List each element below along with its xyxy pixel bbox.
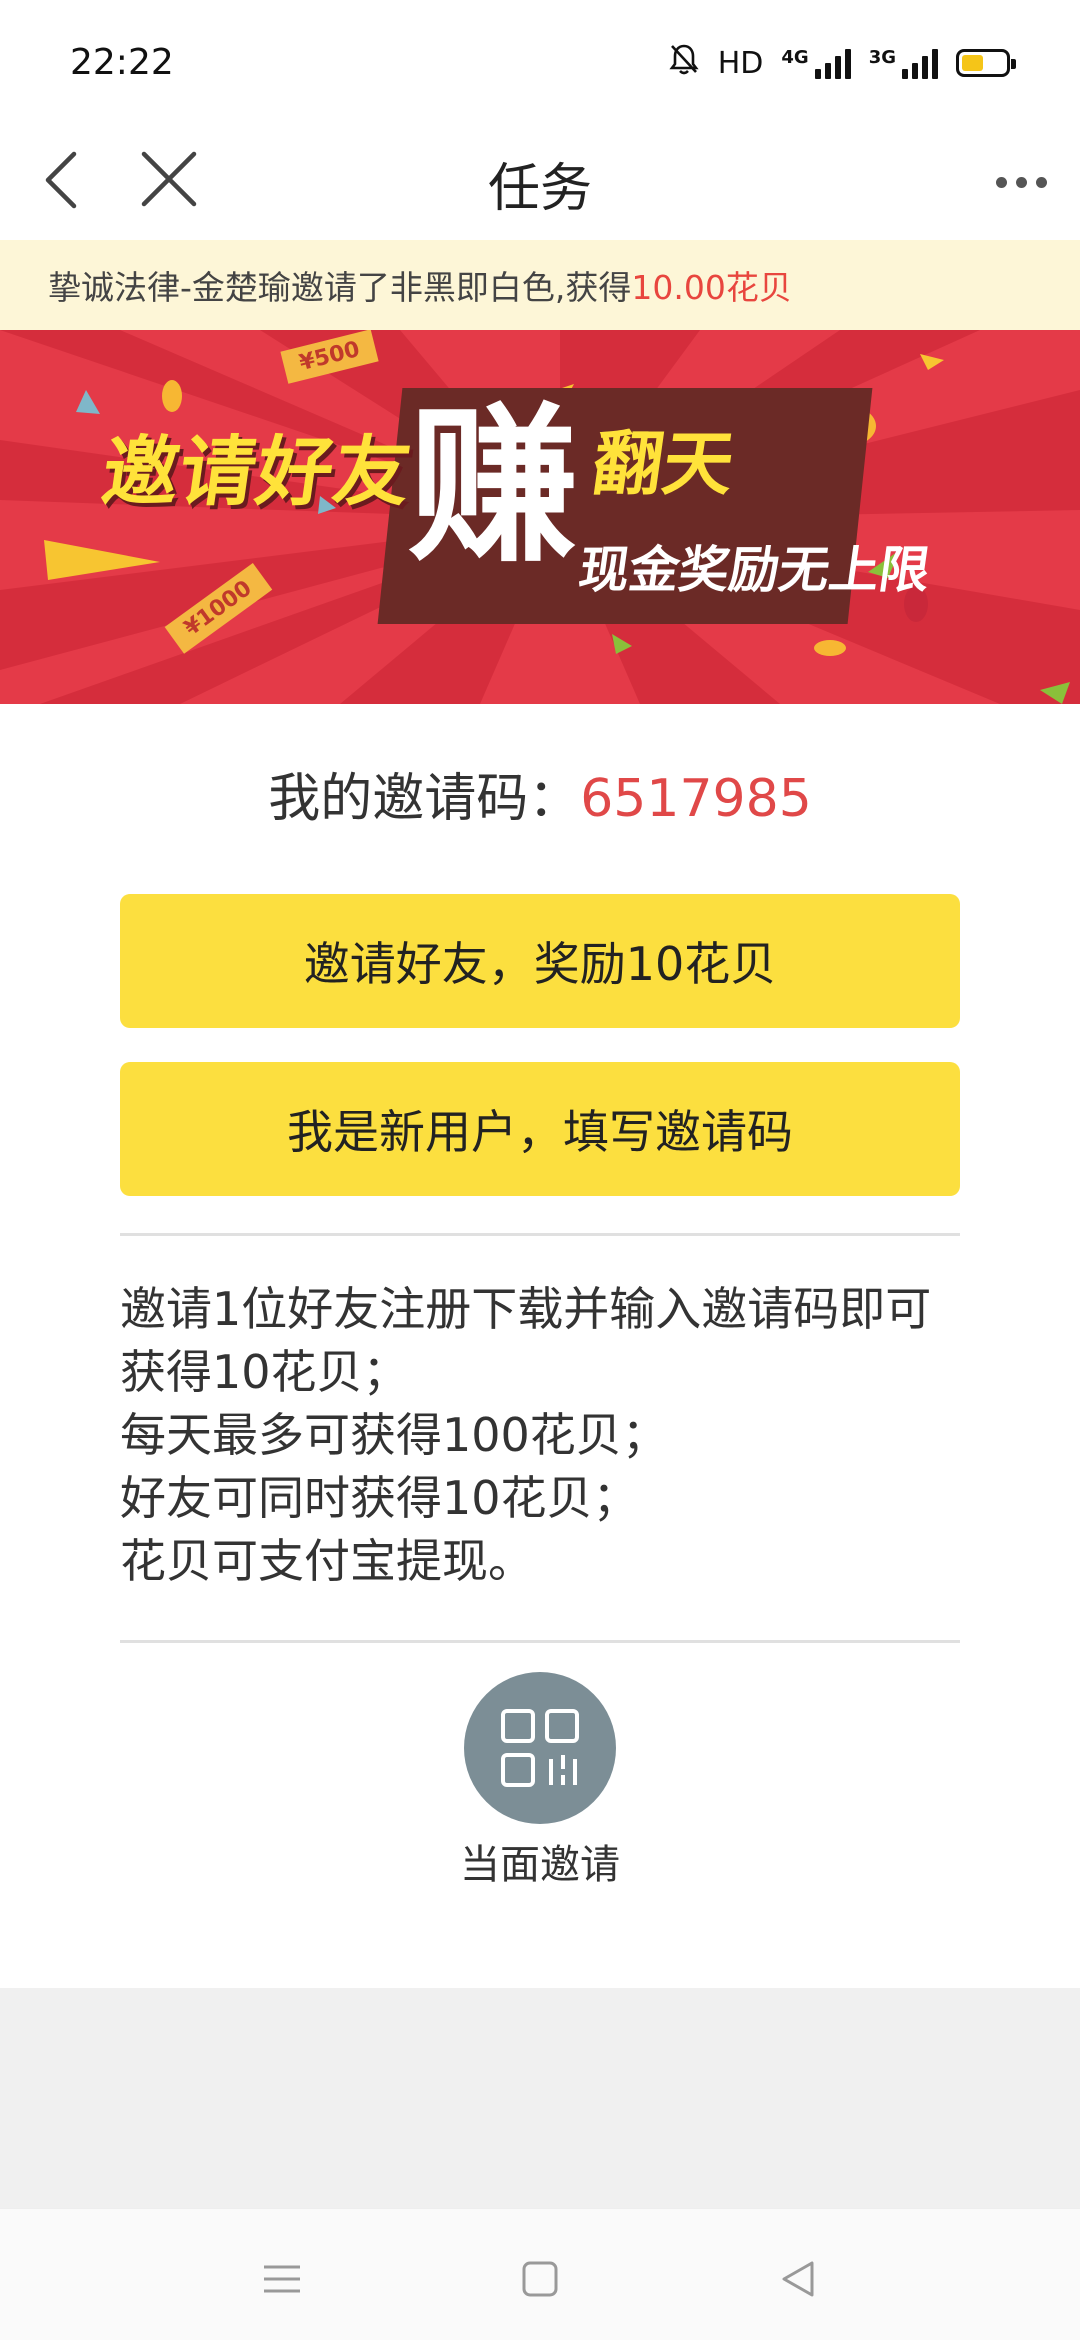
rule-line: 好友可同时获得10花贝； <box>120 1471 639 1525</box>
system-home-button[interactable] <box>510 2249 570 2309</box>
net-4g-label: 4G <box>781 47 809 68</box>
qr-code-icon <box>501 1709 579 1787</box>
banner-earn-text: 赚 <box>408 388 579 586</box>
invite-code-row: 我的邀请码：6517985 <box>0 756 1080 831</box>
notice-bar: 挚诚法律-金楚瑜邀请了非黑即白色,获得 10.00花贝 <box>0 240 1080 330</box>
battery-fill <box>962 55 983 71</box>
rules-text: 邀请1位好友注册下载并输入邀请码即可获得10花贝； 每天最多可获得100花贝； … <box>120 1278 960 1593</box>
banner-flip-text: 翻天 <box>587 423 739 505</box>
status-icons: HD 4G 3G <box>668 40 1016 86</box>
more-button[interactable] <box>986 154 1056 210</box>
rule-line: 每天最多可获得100花贝； <box>120 1408 668 1462</box>
invite-banner[interactable]: ¥500 ¥1000 邀请好友 赚 翻天 现金奖励无上限 <box>0 330 1080 704</box>
notice-reward: 10.00花贝 <box>631 268 792 307</box>
menu-icon <box>264 2265 300 2293</box>
invite-code-value: 6517985 <box>580 769 812 829</box>
rule-line: 邀请1位好友注册下载并输入邀请码即可获得10花贝； <box>120 1282 932 1399</box>
banner-text-layer: ¥500 ¥1000 邀请好友 赚 翻天 现金奖励无上限 <box>0 330 1080 704</box>
status-bar: 22:22 HD 4G 3G <box>0 0 1080 130</box>
signal-3g-icon: 3G <box>869 47 938 79</box>
notice-text: 挚诚法律-金楚瑜邀请了非黑即白色,获得 <box>48 268 632 307</box>
system-menu-button[interactable] <box>252 2249 312 2309</box>
new-user-enter-code-button[interactable]: 我是新用户，填写邀请码 <box>120 1062 960 1196</box>
invite-friends-button[interactable]: 邀请好友，奖励10花贝 <box>120 894 960 1028</box>
nav-bar: 任务 <box>0 120 1080 240</box>
face-invite-circle <box>464 1672 616 1824</box>
banner-tag-500: ¥500 <box>280 330 379 384</box>
system-nav-bar <box>0 2208 1080 2340</box>
chevron-left-icon <box>45 151 77 209</box>
signal-4g-icon: 4G <box>781 47 851 79</box>
invite-code-label: 我的邀请码： <box>268 769 581 829</box>
hd-label: HD <box>717 45 764 81</box>
system-back-button[interactable] <box>768 2249 828 2309</box>
banner-tag-1000: ¥1000 <box>164 563 272 654</box>
rule-line: 花贝可支付宝提现。 <box>120 1534 534 1588</box>
face-invite-button[interactable]: 当面邀请 <box>440 1672 640 1892</box>
more-dots-icon <box>995 176 1007 188</box>
back-triangle-icon <box>782 2261 814 2297</box>
mute-bell-icon <box>668 42 700 84</box>
page-bottom-gray-area <box>0 1988 1080 2208</box>
divider <box>120 1233 960 1236</box>
banner-sub-text: 现金奖励无上限 <box>575 541 934 599</box>
banner-invite-text: 邀请好友 <box>96 427 418 516</box>
home-square-icon <box>522 2261 558 2297</box>
status-time: 22:22 <box>70 42 174 83</box>
divider <box>120 1640 960 1643</box>
back-button[interactable] <box>30 142 100 218</box>
face-invite-label: 当面邀请 <box>460 1842 620 1888</box>
close-icon <box>141 151 197 207</box>
net-3g-label: 3G <box>868 47 896 68</box>
close-button[interactable] <box>130 142 206 218</box>
battery-icon <box>956 49 1016 77</box>
